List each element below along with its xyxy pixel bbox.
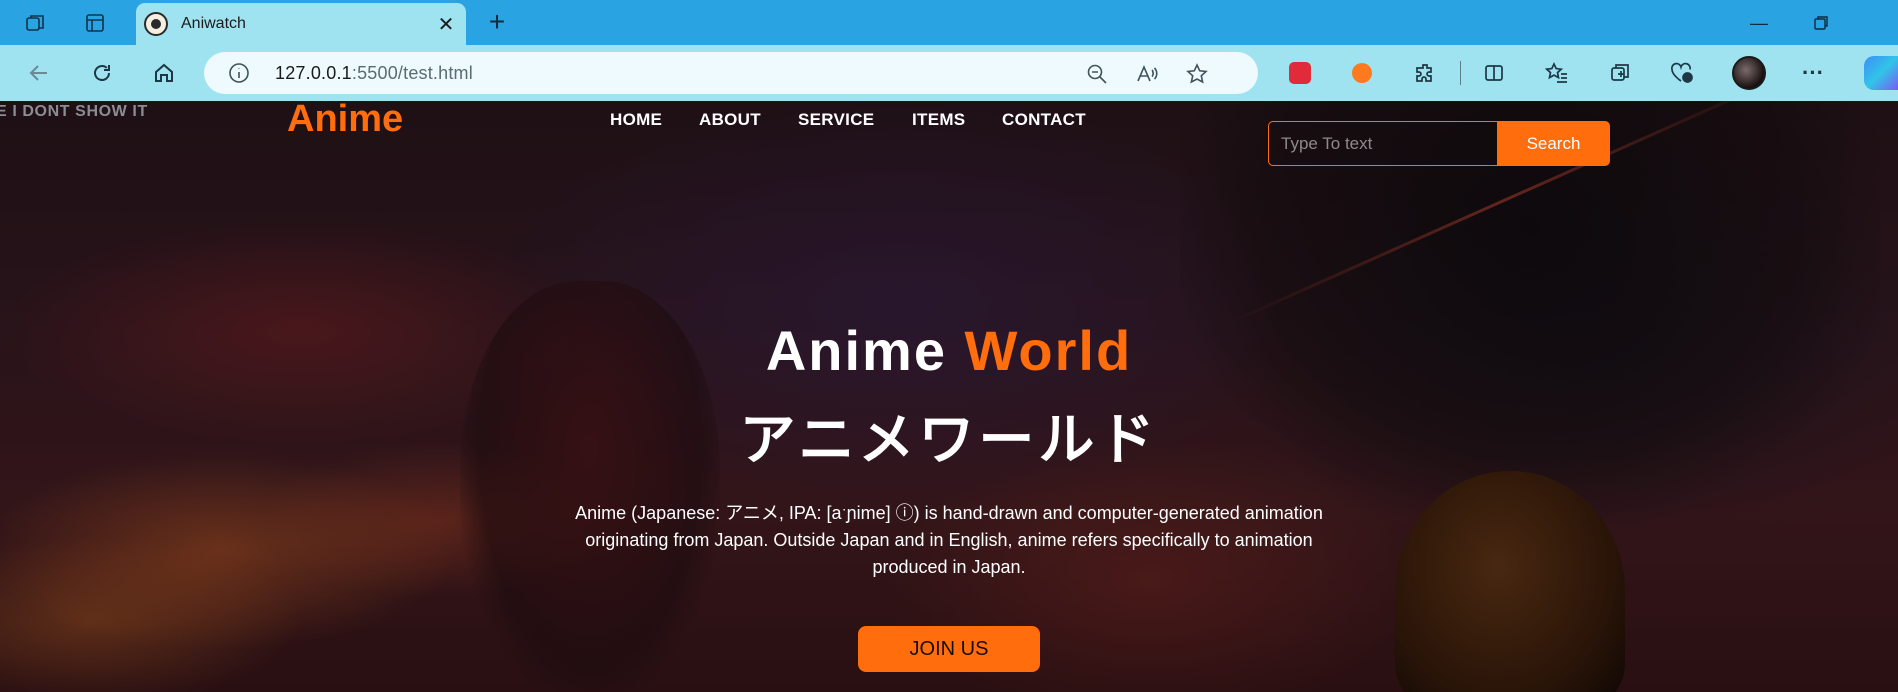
orange-extension-icon[interactable]: [1345, 56, 1379, 90]
site-info-icon[interactable]: [228, 62, 250, 84]
join-us-button[interactable]: JOIN US: [858, 626, 1040, 672]
url-text[interactable]: 127.0.0.1:5500/test.html: [275, 63, 473, 84]
browser-toolbar: 127.0.0.1:5500/test.html ···: [0, 45, 1898, 101]
read-aloud-icon[interactable]: [1134, 61, 1160, 87]
tab-title: Aniwatch: [181, 15, 246, 32]
media-extension-icon[interactable]: [1283, 56, 1317, 90]
browser-tab-active[interactable]: Aniwatch ✕: [136, 3, 466, 45]
site-logo[interactable]: Anime: [287, 98, 403, 141]
restore-icon[interactable]: [1798, 8, 1844, 38]
url-path: :5500/test.html: [351, 63, 473, 83]
favorite-star-icon[interactable]: [1184, 61, 1210, 87]
browser-essentials-icon[interactable]: [1665, 56, 1699, 90]
hero-title: Anime World: [0, 318, 1898, 383]
browser-tab-strip: Aniwatch ✕ + —: [0, 0, 1898, 45]
collections-icon[interactable]: [1603, 56, 1637, 90]
minimize-icon[interactable]: —: [1736, 8, 1782, 38]
workspaces-icon[interactable]: [20, 8, 50, 38]
nav-about[interactable]: ABOUT: [699, 110, 761, 130]
tab-close-icon[interactable]: ✕: [432, 10, 460, 38]
one-piece-favicon-icon: [144, 12, 168, 36]
back-icon[interactable]: [22, 56, 56, 90]
favorites-icon[interactable]: [1540, 56, 1574, 90]
hero-description: Anime (Japanese: アニメ, IPA: [aˑɲime] ⓘ) i…: [575, 503, 1323, 577]
home-icon[interactable]: [147, 56, 181, 90]
copilot-icon[interactable]: [1864, 56, 1898, 90]
nav-items[interactable]: ITEMS: [912, 110, 965, 130]
nav-home[interactable]: HOME: [610, 110, 662, 130]
hero-title-japanese: アニメワールド: [739, 408, 1159, 473]
profile-avatar[interactable]: [1732, 56, 1766, 90]
new-tab-icon[interactable]: +: [482, 8, 512, 38]
tab-actions-icon[interactable]: [80, 8, 110, 38]
nav-contact[interactable]: CONTACT: [1002, 110, 1086, 130]
split-screen-icon[interactable]: [1477, 56, 1511, 90]
hero-title-main: Anime: [765, 319, 947, 382]
search-input[interactable]: [1268, 121, 1497, 166]
url-host: 127.0.0.1: [275, 63, 352, 83]
zoom-out-icon[interactable]: [1084, 61, 1110, 87]
address-bar[interactable]: 127.0.0.1:5500/test.html: [204, 52, 1258, 94]
background-watermark-text: E I DONT SHOW IT: [0, 103, 148, 120]
extensions-puzzle-icon[interactable]: [1408, 56, 1442, 90]
settings-more-icon[interactable]: ···: [1796, 56, 1830, 90]
nav-service[interactable]: SERVICE: [798, 110, 874, 130]
refresh-icon[interactable]: [85, 56, 119, 90]
hero-title-accent: World: [964, 319, 1133, 382]
toolbar-separator: [1460, 61, 1461, 85]
search-button[interactable]: Search: [1497, 121, 1610, 166]
